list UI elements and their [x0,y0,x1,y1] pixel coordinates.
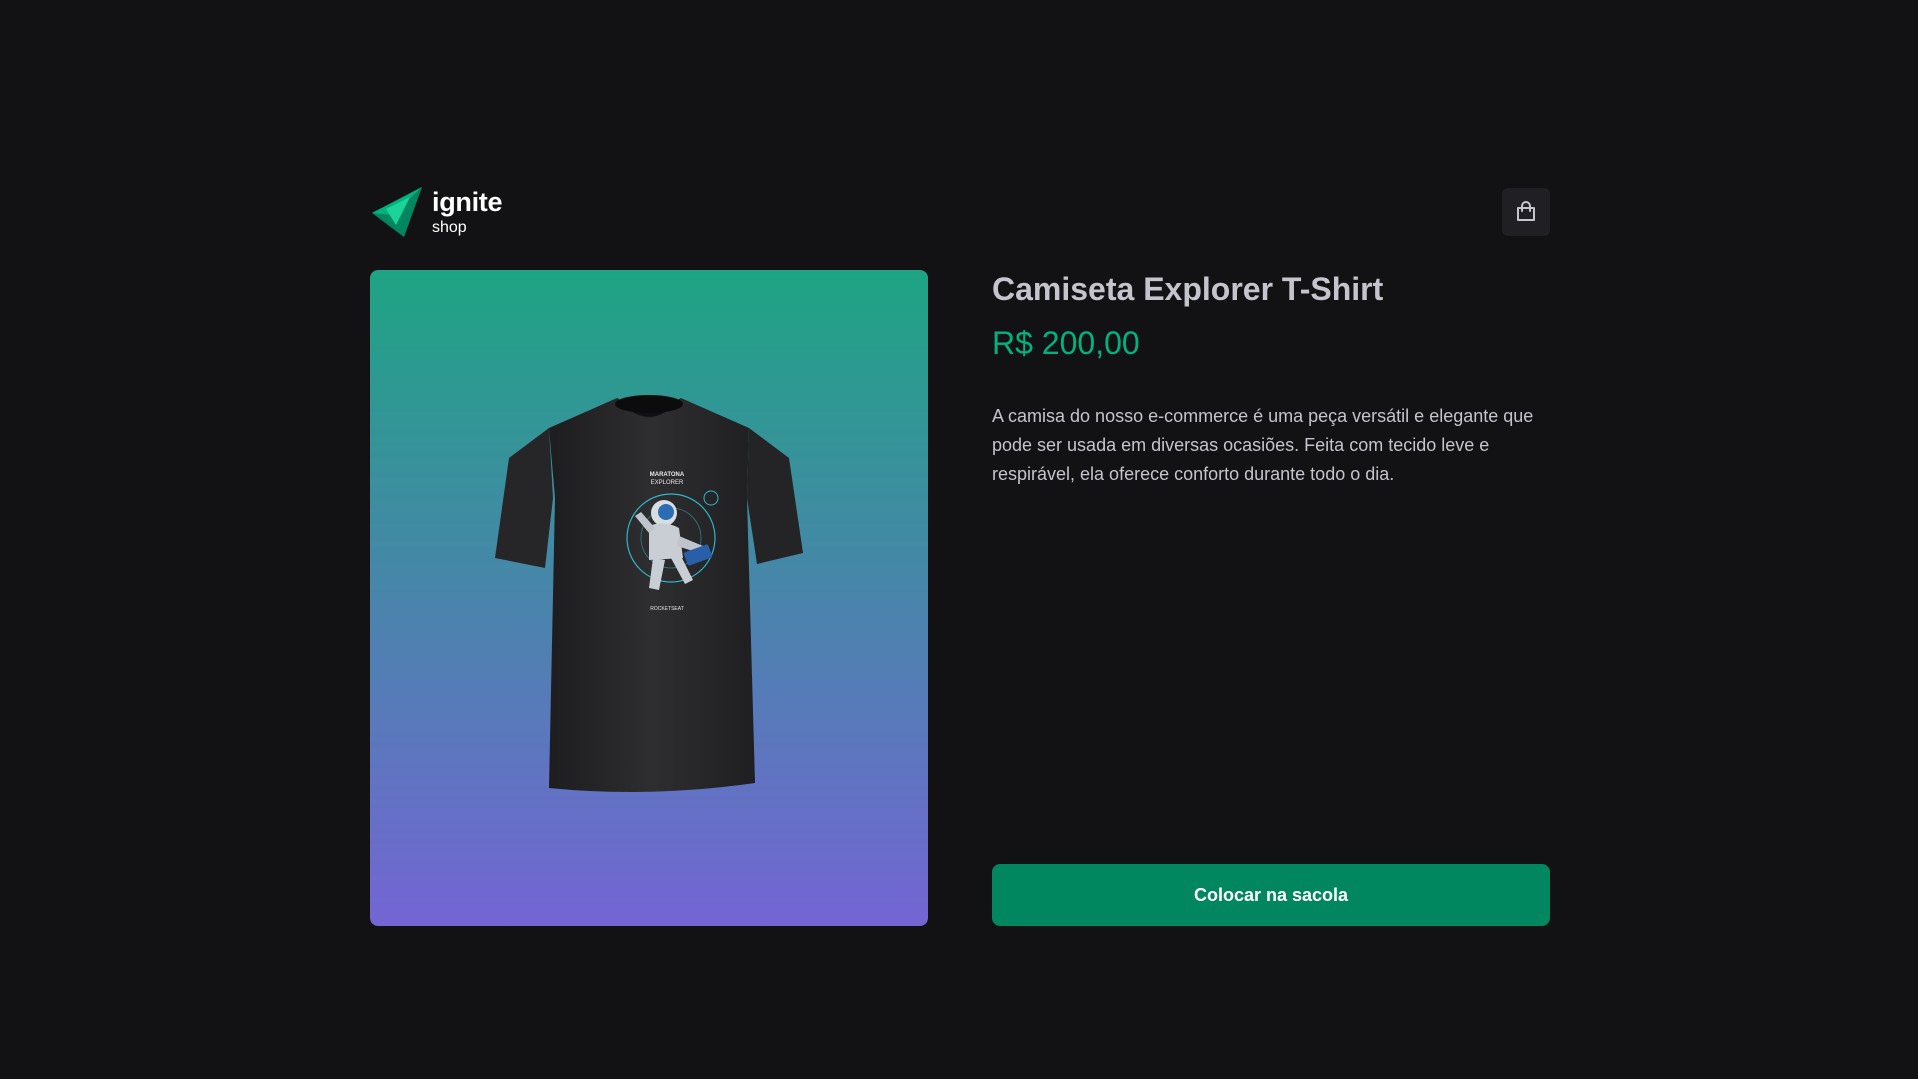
top-header: ignite shop [370,184,1550,240]
svg-text:ROCKETSEAT: ROCKETSEAT [650,606,684,612]
cart-button[interactable] [1502,188,1550,236]
t-shirt-image: MARATONA EXPLORER ROCKETSEAT [495,395,803,792]
product-description: A camisa do nosso e-commerce é uma peça … [992,406,1534,484]
logo-triangle-icon [372,187,422,237]
shopping-bag-icon [1517,201,1535,221]
svg-text:EXPLORER: EXPLORER [651,480,684,486]
product-price: R$ 200,00 [992,325,1140,361]
product-image-container: MARATONA EXPLORER ROCKETSEAT [370,270,928,926]
svg-text:MARATONA: MARATONA [650,472,685,478]
logo-word: ignite [432,186,503,217]
logo-subtitle: shop [432,218,467,236]
product-page: ignite shop MARATONA EXPLORER ROCKETSEAT… [0,0,1918,1079]
product-title: Camiseta Explorer T-Shirt [992,271,1384,307]
add-to-bag-button[interactable]: Colocar na sacola [992,864,1550,926]
ignite-shop-logo[interactable]: ignite shop [370,185,503,239]
product-details: Camiseta Explorer T-Shirt R$ 200,00 A ca… [992,270,1550,926]
logo-text: ignite shop [432,186,503,236]
